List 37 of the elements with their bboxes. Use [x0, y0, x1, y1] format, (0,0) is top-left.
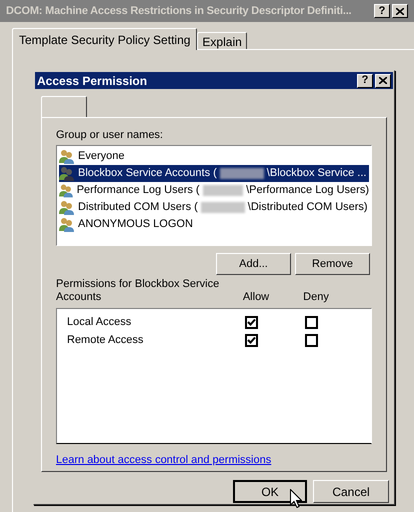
tab[interactable]: Explain: [197, 32, 247, 50]
checkbox[interactable]: [304, 334, 318, 346]
tab[interactable]: Template Security Policy Setting: [12, 28, 198, 50]
permission-name: Local Access: [66, 314, 132, 330]
permission-name: Remote Access: [66, 332, 144, 348]
user-list-item[interactable]: Blockbox Service Accounts ( \Blockbox Service ...: [59, 165, 369, 182]
users-icon: [59, 149, 75, 164]
users-icon: [59, 217, 75, 232]
checkbox[interactable]: [244, 316, 258, 328]
action-button[interactable]: Remove: [295, 253, 370, 275]
checkbox[interactable]: [304, 316, 318, 328]
user-list-item[interactable]: Everyone: [59, 148, 369, 165]
close-icon: [379, 77, 387, 84]
close-button[interactable]: [392, 4, 408, 18]
close-button[interactable]: [375, 74, 391, 88]
permissions-label: Permissions for Blockbox Service Accounts: [56, 278, 220, 304]
cursor-icon: [290, 489, 302, 508]
column-header: Allow: [242, 291, 270, 304]
help-link[interactable]: Learn about access control and permissions: [56, 453, 272, 467]
help-button[interactable]: ?: [357, 74, 373, 88]
users-icon: [59, 166, 75, 181]
dialog-button[interactable]: Cancel: [313, 480, 389, 503]
checkbox[interactable]: [244, 334, 258, 346]
help-button[interactable]: ?: [374, 4, 390, 18]
users-icon: [59, 200, 75, 215]
close-icon: [396, 8, 404, 14]
tab[interactable]: [41, 96, 87, 117]
users-icon: [59, 183, 74, 198]
group-label: Group or user names:: [56, 128, 164, 142]
user-list-item[interactable]: Performance Log Users ( \Performance Log Users): [59, 182, 369, 199]
column-header: Deny: [302, 291, 330, 304]
action-button[interactable]: Add...: [216, 253, 291, 275]
dialog-title: Access Permission: [37, 72, 148, 90]
user-list-item[interactable]: ANONYMOUS LOGON: [59, 216, 369, 233]
window-title: DCOM: Machine Access Restrictions in Security Descriptor Definiti...: [6, 4, 352, 19]
user-list-item[interactable]: Distributed COM Users ( \Distributed COM Users): [59, 199, 369, 216]
dialog-button[interactable]: OK: [233, 480, 307, 503]
